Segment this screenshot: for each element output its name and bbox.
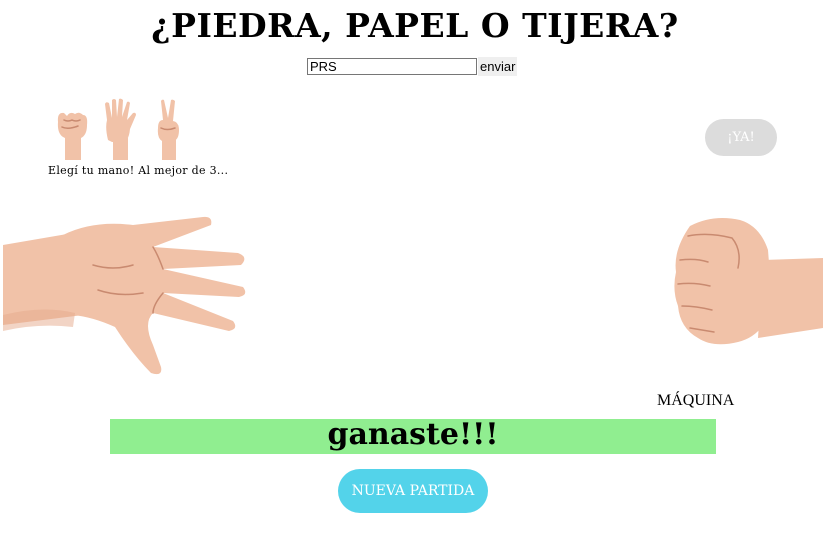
choice-scissors[interactable] bbox=[150, 98, 186, 164]
rock-hand-icon bbox=[674, 218, 823, 345]
scissors-hand-icon bbox=[157, 99, 179, 160]
choice-rock[interactable] bbox=[52, 98, 92, 164]
machine-hand bbox=[668, 210, 823, 384]
send-button[interactable]: enviar bbox=[478, 57, 518, 76]
new-game-button[interactable]: NUEVA PARTIDA bbox=[338, 469, 488, 513]
name-input[interactable] bbox=[307, 58, 477, 75]
page-title: ¿PIEDRA, PAPEL O TIJERA? bbox=[151, 6, 679, 45]
machine-label: MÁQUINA bbox=[657, 392, 735, 409]
ya-button[interactable]: ¡YA! bbox=[705, 119, 777, 156]
rock-hand-icon bbox=[57, 112, 88, 160]
name-form: enviar bbox=[307, 57, 518, 76]
instructions-text: Elegí tu mano! Al mejor de 3... bbox=[48, 164, 229, 177]
result-banner: ganaste!!! bbox=[110, 417, 716, 454]
result-text: ganaste!!! bbox=[327, 417, 499, 452]
choice-paper[interactable] bbox=[98, 98, 142, 164]
paper-hand-icon bbox=[105, 98, 136, 160]
paper-hand-icon bbox=[3, 216, 246, 375]
player-hand bbox=[3, 205, 265, 389]
